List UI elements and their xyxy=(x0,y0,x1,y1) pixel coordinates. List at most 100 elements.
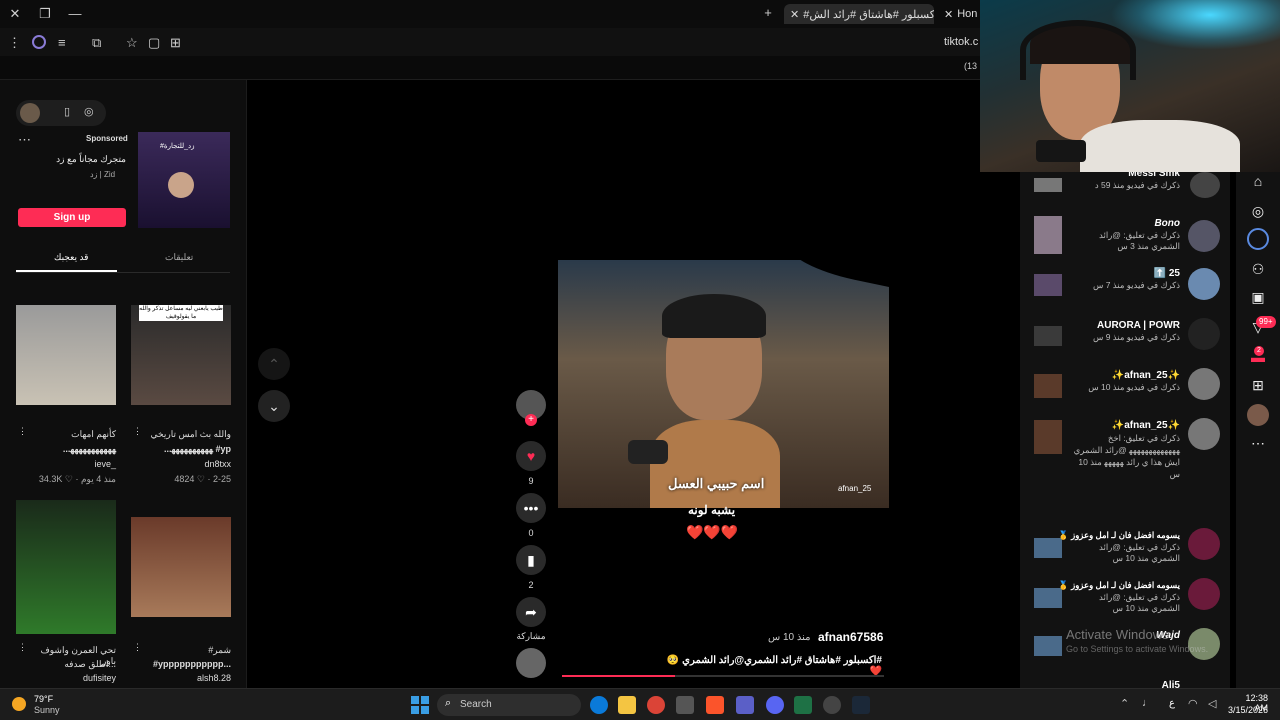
more-icon[interactable]: ⋮ xyxy=(18,642,27,653)
restore-icon[interactable]: ❐ xyxy=(38,6,52,22)
language-indicator[interactable]: ع xyxy=(1169,698,1175,709)
notification-item[interactable]: Bono ذكرك في تعليق: @رائد الشمري منذ 3 س xyxy=(1020,216,1230,260)
profile-icon[interactable] xyxy=(32,35,46,49)
comment-button[interactable]: ••• xyxy=(516,493,546,523)
activation-title: Activate Windows xyxy=(1066,627,1169,642)
search-placeholder: Search xyxy=(460,699,492,710)
brave-icon[interactable] xyxy=(706,696,724,714)
next-video-button[interactable]: ⌄ xyxy=(258,390,290,422)
notification-item[interactable]: Ali5 xyxy=(1020,678,1230,691)
tab-comments[interactable]: تعليقات xyxy=(165,252,193,263)
close-icon[interactable]: ✕ xyxy=(790,8,799,21)
extensions-icon[interactable]: ⧉ xyxy=(92,35,101,51)
reading-list-icon[interactable]: ≡ xyxy=(58,35,66,50)
notification-name: يسومه افضل فان لـ امل وعزوز 🥇 xyxy=(1058,580,1180,590)
store-icon[interactable] xyxy=(676,696,694,714)
discord-icon[interactable] xyxy=(766,696,784,714)
following-avatar[interactable] xyxy=(1247,228,1269,250)
upload-icon[interactable]: ⊞ xyxy=(1247,374,1269,396)
divider xyxy=(16,272,230,273)
live-icon[interactable]: ▣ xyxy=(1247,286,1269,308)
avatar xyxy=(1188,578,1220,610)
taskbar: 79°F Sunny ⌕ Search ⌃ ♩ ع ◠ ◁ 12:38 AM 3… xyxy=(0,688,1280,720)
url-text[interactable]: tiktok.c xyxy=(944,36,978,48)
notification-name: يسومه افضل فان لـ امل وعزوز 🥇 xyxy=(1058,530,1180,540)
windows-start-icon[interactable] xyxy=(411,696,429,714)
mic-icon[interactable]: ♩ xyxy=(1142,697,1153,709)
sponsored-label: Sponsored xyxy=(86,134,128,143)
hearts-emoji: ❤️❤️❤️ xyxy=(686,524,739,540)
sound-avatar[interactable] xyxy=(516,648,546,678)
file-explorer-icon[interactable] xyxy=(618,696,636,714)
avatar xyxy=(1188,368,1220,400)
more-icon[interactable]: ⋯ xyxy=(18,132,31,148)
compass-icon[interactable]: ◎ xyxy=(84,105,94,118)
notification-item[interactable]: يسومه افضل فان لـ امل وعزوز 🥇 ذكرك في تع… xyxy=(1020,528,1230,572)
video-thumbnail[interactable] xyxy=(16,305,116,405)
notification-thumb xyxy=(1034,420,1062,454)
new-tab-icon[interactable]: + xyxy=(760,5,776,20)
home-icon[interactable]: ⌂ xyxy=(1247,170,1269,192)
sign-up-button[interactable]: Sign up xyxy=(18,208,126,227)
friends-icon[interactable]: ⚇ xyxy=(1247,258,1269,280)
video-thumbnail[interactable] xyxy=(131,517,231,617)
notification-item[interactable]: 25 ⬆️ ذكرك في فيديو منذ 7 س xyxy=(1020,268,1230,302)
menu-icon[interactable]: ⋮ xyxy=(8,35,21,51)
like-button[interactable]: ♥ xyxy=(516,441,546,471)
weather-temp[interactable]: 79°F xyxy=(34,694,53,704)
video-thumbnail[interactable] xyxy=(16,500,116,634)
video-author[interactable]: dufisitey xyxy=(16,673,116,683)
minimize-icon[interactable]: — xyxy=(68,6,82,21)
translate-icon[interactable]: ⊞ xyxy=(170,35,181,51)
follow-plus-icon[interactable]: + xyxy=(525,414,537,426)
more-icon[interactable]: ⋮ xyxy=(133,642,142,653)
prev-video-button[interactable]: ⌃ xyxy=(258,348,290,380)
more-icon[interactable]: ⋮ xyxy=(18,426,27,437)
star-icon[interactable]: ☆ xyxy=(126,35,138,51)
wifi-icon[interactable]: ◠ xyxy=(1188,697,1198,710)
excel-icon[interactable] xyxy=(794,696,812,714)
video-author[interactable]: afnan67586 xyxy=(818,630,883,644)
video-player[interactable]: اسم حبيبي العسل afnan_25 xyxy=(558,260,889,508)
teams-icon[interactable] xyxy=(736,696,754,714)
notification-item[interactable]: ✨afnan_25✨ ذكرك في تعليق: اخخ ﮭﮭﮭﮭﮭﮭﮭﮭﮭﮭ… xyxy=(1020,418,1230,518)
close-icon[interactable]: ✕ xyxy=(8,6,22,22)
more-icon[interactable]: ⋮ xyxy=(133,426,142,437)
steam-icon[interactable] xyxy=(852,696,870,714)
chrome-icon[interactable] xyxy=(647,696,665,714)
more-icon[interactable]: ⋯ xyxy=(1247,432,1269,454)
explore-icon[interactable]: ◎ xyxy=(1247,200,1269,222)
search-box[interactable]: ⌕ Search xyxy=(437,694,581,716)
chevron-up-icon[interactable]: ⌃ xyxy=(1120,697,1129,710)
screenshot-icon[interactable]: ▢ xyxy=(148,35,160,51)
edge-icon[interactable] xyxy=(590,696,608,714)
tab-tiktok[interactable]: ✕ #اكسبلور #هاشتاق #رائد الش ♪ xyxy=(784,4,934,24)
notification-item[interactable]: ✨afnan_25✨ ذكرك في فيديو منذ 10 س xyxy=(1020,368,1230,402)
video-author[interactable]: alsh8.28 xyxy=(131,673,231,683)
notification-meta: ذكرك في تعليق: @رائد الشمري منذ 10 س xyxy=(1099,542,1180,563)
notification-item[interactable]: يسومه افضل فان لـ امل وعزوز 🥇 ذكرك في تع… xyxy=(1020,578,1230,622)
video-author[interactable]: ieve_ xyxy=(16,459,116,469)
video-thumbnail[interactable]: طيب يابعني ليه مساعل تذكر والله ما يقولو… xyxy=(131,305,231,405)
video-hashtags: ...ﮭﮭﮭﮭﮭﮭﮭﮭﮭﮭ #yp xyxy=(163,444,231,454)
tab-home[interactable]: ✕ Hon xyxy=(944,4,980,24)
ad-title[interactable]: متجرك مجاناً مع زد xyxy=(50,154,126,165)
notification-meta: ذكرك في فيديو منذ 7 س xyxy=(1092,280,1180,290)
obs-icon[interactable] xyxy=(823,696,841,714)
close-icon[interactable]: ✕ xyxy=(944,8,953,21)
share-button[interactable]: ➦ xyxy=(516,597,546,627)
notification-item[interactable]: Messi Smk ذكرك في فيديو منذ 59 د xyxy=(1020,168,1230,200)
sun-icon[interactable] xyxy=(12,697,26,711)
phone-icon[interactable]: ▯ xyxy=(64,105,70,118)
tab-you-may-like[interactable]: قد يعجبك xyxy=(54,252,88,263)
bookmark-item[interactable]: (13 xyxy=(964,61,977,71)
save-button[interactable]: ▮ xyxy=(516,545,546,575)
video-progress-track[interactable] xyxy=(562,675,884,677)
avatar[interactable] xyxy=(20,103,40,123)
ad-thumbnail[interactable]: #زد_للتجارة xyxy=(138,132,230,228)
notification-item[interactable]: AURORA | POWR ذكرك في فيديو منذ 9 س xyxy=(1020,318,1230,352)
inbox-badge: 99+ xyxy=(1256,316,1276,328)
volume-icon[interactable]: ◁ xyxy=(1208,697,1216,710)
video-author[interactable]: dn8txx xyxy=(131,459,231,469)
profile-avatar[interactable] xyxy=(1247,404,1269,426)
